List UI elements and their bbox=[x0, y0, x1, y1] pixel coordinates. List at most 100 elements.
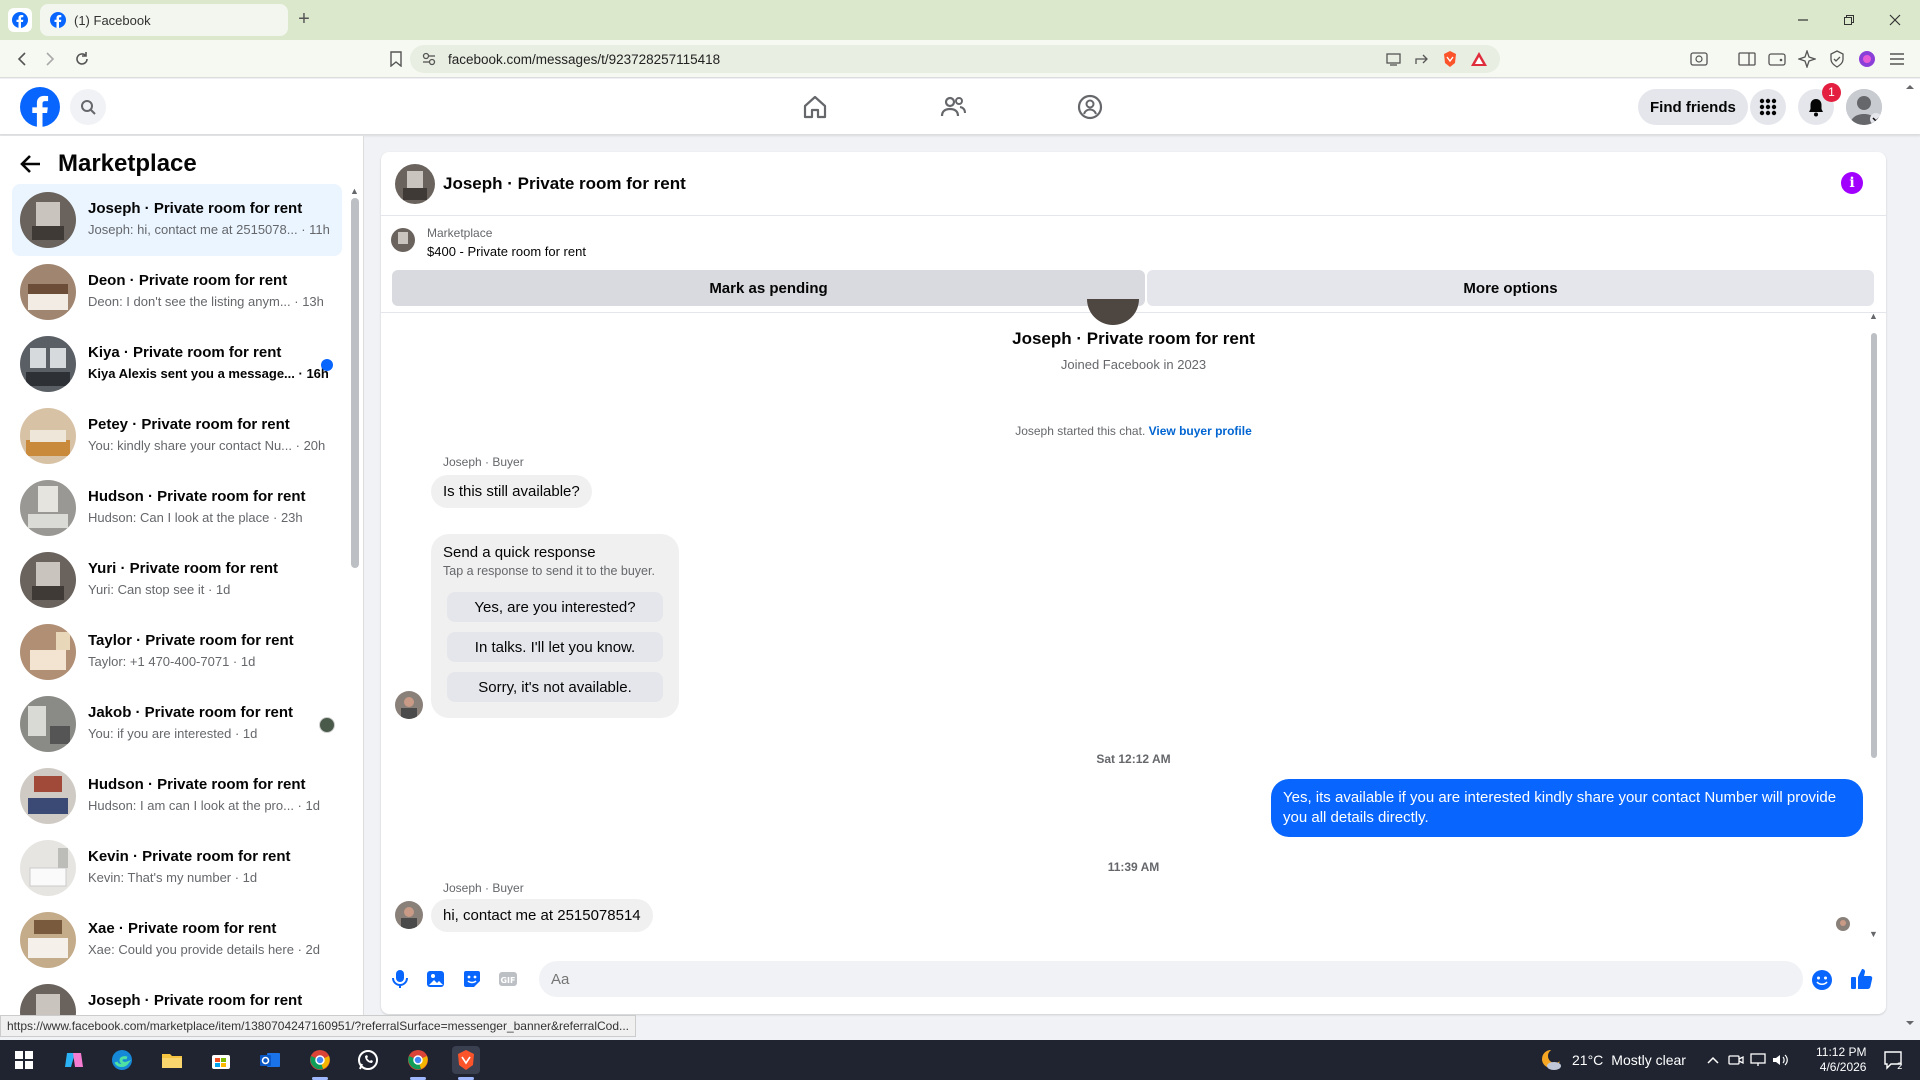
conversation-item[interactable]: Joseph · Private room for rent Joseph: h… bbox=[12, 184, 342, 256]
chat-avatar[interactable] bbox=[395, 164, 435, 204]
conversation-preview: You: kindly share your contact Nu... · 2… bbox=[88, 438, 326, 453]
conversation-preview: Kevin: That's my number · 1d bbox=[88, 870, 258, 885]
incoming-message: hi, contact me at 2515078514 bbox=[431, 899, 653, 932]
site-settings-icon[interactable] bbox=[422, 52, 436, 66]
account-avatar[interactable] bbox=[1846, 89, 1882, 125]
thumbs-up-icon[interactable] bbox=[1849, 966, 1875, 992]
groups-nav-icon[interactable] bbox=[1076, 93, 1104, 121]
address-bar[interactable]: facebook.com/messages/t/923728257115418 bbox=[410, 45, 1500, 73]
windows-start-icon[interactable] bbox=[10, 1046, 38, 1074]
search-icon bbox=[81, 100, 96, 115]
page-scrollbar[interactable] bbox=[1900, 80, 1920, 1030]
profile-extension-icon[interactable] bbox=[1856, 48, 1878, 70]
conversation-item[interactable]: Hudson · Private room for rent Hudson: I… bbox=[12, 760, 342, 832]
sidebar-scrollbar[interactable] bbox=[351, 198, 359, 568]
timestamp: 11:39 AM bbox=[1107, 860, 1160, 874]
photo-icon[interactable] bbox=[425, 968, 447, 990]
tray-overflow-icon[interactable] bbox=[1703, 1046, 1723, 1074]
profile-joined: Joined Facebook in 2023 bbox=[1060, 357, 1207, 372]
conversation-avatar bbox=[20, 768, 76, 824]
outlook-icon[interactable] bbox=[256, 1046, 284, 1074]
menu-icon[interactable] bbox=[1886, 48, 1908, 70]
bookmark-icon[interactable] bbox=[384, 47, 408, 71]
buyer-avatar[interactable] bbox=[395, 691, 423, 719]
system-clock[interactable]: 11:12 PM 4/6/2026 bbox=[1816, 1045, 1866, 1075]
home-nav-icon[interactable] bbox=[801, 93, 829, 121]
conversation-item[interactable]: Kevin · Private room for rent Kevin: Tha… bbox=[12, 832, 342, 904]
emoji-icon[interactable] bbox=[1811, 969, 1833, 991]
whatsapp-icon[interactable] bbox=[354, 1046, 382, 1074]
browser-tab-facebook[interactable]: (1) Facebook bbox=[40, 4, 288, 36]
friends-nav-icon[interactable] bbox=[939, 93, 967, 121]
close-window-button[interactable] bbox=[1872, 0, 1918, 40]
sidebar-scroll-up-arrow[interactable]: ▲ bbox=[350, 186, 359, 196]
edge-browser-icon[interactable] bbox=[108, 1046, 136, 1074]
sidebar-toggle-icon[interactable] bbox=[1736, 48, 1758, 70]
mark-as-pending-button[interactable]: Mark as pending bbox=[392, 270, 1145, 306]
copilot-icon[interactable] bbox=[60, 1046, 88, 1074]
conversation-item[interactable]: Taylor · Private room for rent Taylor: +… bbox=[12, 616, 342, 688]
brave-shields-icon[interactable] bbox=[1442, 50, 1458, 68]
conversation-item[interactable]: Kiya · Private room for rent Kiya Alexis… bbox=[12, 328, 342, 400]
network-icon[interactable] bbox=[1748, 1046, 1768, 1074]
conversation-item[interactable]: Deon · Private room for rent Deon: I don… bbox=[12, 256, 342, 328]
brave-browser-icon[interactable] bbox=[452, 1046, 480, 1074]
new-tab-button[interactable]: + bbox=[292, 8, 316, 32]
minimize-button[interactable] bbox=[1780, 0, 1826, 40]
facebook-logo-icon[interactable] bbox=[20, 87, 60, 127]
chat-scroll-down-arrow[interactable]: ▼ bbox=[1869, 929, 1878, 939]
meet-now-icon[interactable] bbox=[1726, 1046, 1746, 1074]
conversation-name: Kiya · Private room for rent bbox=[88, 344, 282, 361]
conversation-avatar bbox=[20, 336, 76, 392]
weather-widget[interactable]: 21°C Mostly clear bbox=[1540, 1048, 1686, 1072]
wallet-icon[interactable] bbox=[1766, 48, 1788, 70]
conversation-avatar bbox=[20, 408, 76, 464]
conversation-item[interactable]: Hudson · Private room for rent Hudson: C… bbox=[12, 472, 342, 544]
search-button[interactable] bbox=[70, 89, 106, 125]
facebook-pinned-tab-icon[interactable] bbox=[8, 8, 32, 32]
sticker-icon[interactable] bbox=[461, 968, 483, 990]
chrome-icon[interactable] bbox=[404, 1046, 432, 1074]
conversation-item[interactable]: Petey · Private room for rent You: kindl… bbox=[12, 400, 342, 472]
volume-icon[interactable] bbox=[1770, 1046, 1790, 1074]
leo-ai-icon[interactable] bbox=[1796, 48, 1818, 70]
microsoft-store-icon[interactable] bbox=[207, 1046, 235, 1074]
reload-button[interactable] bbox=[70, 47, 94, 71]
seen-receipt-avatar bbox=[1836, 917, 1850, 931]
chrome-profile-icon[interactable] bbox=[306, 1046, 334, 1074]
back-button[interactable] bbox=[10, 47, 34, 71]
restore-button[interactable] bbox=[1826, 0, 1872, 40]
gif-icon[interactable]: GIF bbox=[497, 968, 519, 990]
menu-button[interactable] bbox=[1750, 89, 1786, 125]
more-options-button[interactable]: More options bbox=[1147, 270, 1874, 306]
quick-response-talks-button[interactable]: In talks. I'll let you know. bbox=[447, 632, 663, 662]
conversation-item[interactable]: Yuri · Private room for rent Yuri: Can s… bbox=[12, 544, 342, 616]
brave-rewards-icon[interactable] bbox=[1470, 51, 1488, 67]
back-arrow-icon[interactable] bbox=[20, 154, 42, 174]
info-icon[interactable]: i bbox=[1841, 172, 1863, 194]
quick-response-yes-button[interactable]: Yes, are you interested? bbox=[447, 592, 663, 622]
listing-title[interactable]: $400 - Private room for rent bbox=[427, 244, 586, 259]
chat-scrollbar[interactable] bbox=[1871, 333, 1877, 758]
file-explorer-icon[interactable] bbox=[158, 1046, 186, 1074]
install-app-icon[interactable] bbox=[1386, 52, 1402, 66]
view-buyer-profile-link[interactable]: View buyer profile bbox=[1149, 424, 1252, 438]
microphone-icon[interactable] bbox=[389, 968, 411, 990]
conversation-item[interactable]: Jakob · Private room for rent You: if yo… bbox=[12, 688, 342, 760]
sender-label: Joseph · Buyer bbox=[443, 881, 524, 895]
forward-button[interactable] bbox=[38, 47, 62, 71]
find-friends-button[interactable]: Find friends bbox=[1638, 89, 1748, 125]
chat-title[interactable]: Joseph · Private room for rent bbox=[443, 174, 686, 194]
conversation-item[interactable]: Xae · Private room for rent Xae: Could y… bbox=[12, 904, 342, 976]
notification-center-icon[interactable]: 2 bbox=[1880, 1046, 1908, 1074]
share-icon[interactable] bbox=[1414, 52, 1430, 66]
vpn-icon[interactable] bbox=[1826, 48, 1848, 70]
listing-thumbnail[interactable] bbox=[391, 228, 415, 252]
tab-search-icon[interactable] bbox=[1688, 48, 1710, 70]
message-input[interactable] bbox=[539, 961, 1803, 997]
conversation-item[interactable]: Joseph · Private room for rent bbox=[12, 976, 342, 1016]
quick-response-not-available-button[interactable]: Sorry, it's not available. bbox=[447, 672, 663, 702]
chat-scroll-up-arrow[interactable]: ▲ bbox=[1869, 311, 1878, 321]
conversation-preview: You: if you are interested · 1d bbox=[88, 726, 258, 741]
buyer-avatar[interactable] bbox=[395, 901, 423, 929]
